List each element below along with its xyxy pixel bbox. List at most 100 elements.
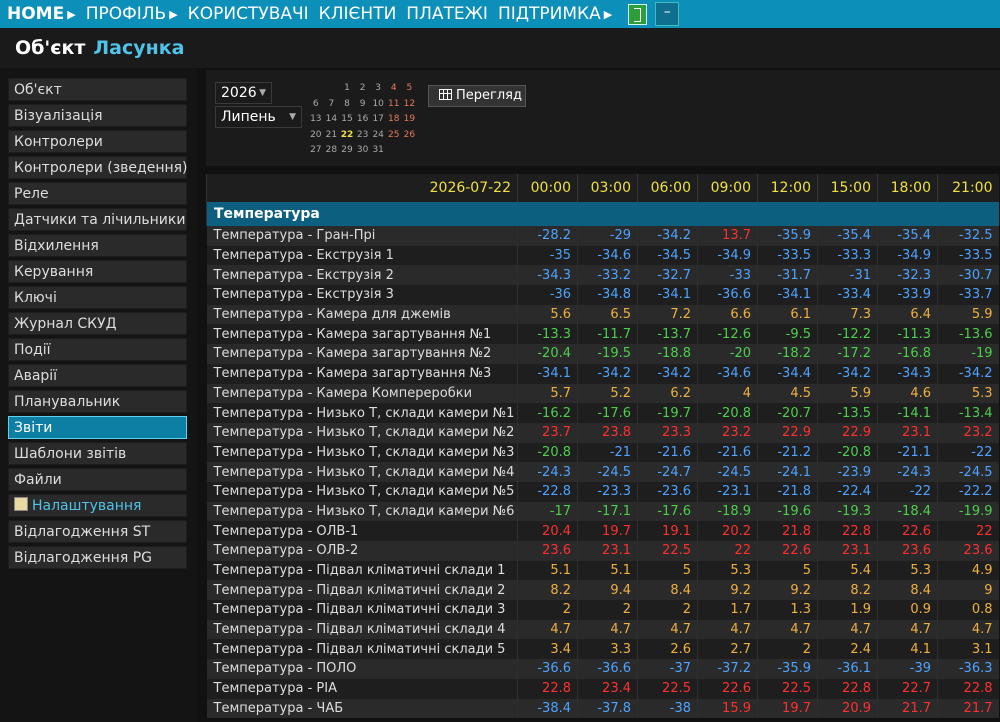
value-cell: -20.8 bbox=[817, 442, 878, 463]
value-cell: -34.1 bbox=[517, 363, 578, 384]
value-cell: -19.5 bbox=[577, 344, 638, 364]
value-cell: -34.9 bbox=[697, 245, 758, 266]
sidebar-item-17[interactable]: Відлагодження ST bbox=[8, 520, 187, 543]
calendar-day[interactable]: 13 bbox=[308, 114, 324, 130]
calendar-day[interactable]: 5 bbox=[402, 83, 418, 99]
chevron-down-icon: ▼ bbox=[289, 112, 296, 122]
value-cell: 6.4 bbox=[877, 304, 938, 325]
time-header: 21:00 bbox=[937, 174, 999, 202]
sidebar-item-2[interactable]: Контролери bbox=[8, 130, 187, 153]
calendar-day[interactable]: 26 bbox=[402, 130, 418, 146]
value-cell: -12.6 bbox=[697, 324, 758, 345]
sidebar-item-0[interactable]: Об'єкт bbox=[8, 78, 187, 101]
row-label: Температура - Підвал кліматичні склади 4 bbox=[206, 619, 518, 640]
section-label: Температура bbox=[206, 202, 999, 226]
calendar-day[interactable]: 19 bbox=[402, 114, 418, 130]
minimize-button[interactable]: – bbox=[655, 2, 680, 26]
value-cell: -16.2 bbox=[517, 403, 578, 423]
month-select[interactable]: Липень ▼ bbox=[215, 106, 302, 128]
nav-item-2[interactable]: КОРИСТУВАЧІ bbox=[188, 4, 309, 24]
calendar-day[interactable]: 1 bbox=[339, 83, 355, 99]
view-button[interactable]: Перегляд bbox=[428, 85, 526, 107]
value-cell: 5.9 bbox=[817, 383, 878, 404]
value-cell: -17.2 bbox=[817, 344, 878, 364]
nav-item-1[interactable]: ПРОФІЛЬ ▶ bbox=[86, 4, 178, 24]
value-cell: -34.8 bbox=[577, 285, 638, 305]
calendar-day[interactable]: 29 bbox=[339, 145, 355, 161]
table-icon bbox=[439, 89, 452, 100]
value-cell: 23.2 bbox=[697, 422, 758, 443]
calendar-day[interactable]: 22 bbox=[339, 130, 355, 146]
value-cell: 4.6 bbox=[877, 383, 938, 404]
sidebar-item-1[interactable]: Візуалізація bbox=[8, 104, 187, 127]
value-cell: 22.6 bbox=[757, 541, 818, 561]
value-cell: -18.8 bbox=[637, 344, 698, 364]
row-label: Температура - Низько Т, склади камери №3 bbox=[206, 442, 518, 463]
sidebar-item-10[interactable]: Події bbox=[8, 338, 187, 361]
year-select[interactable]: 2026 ▼ bbox=[215, 82, 272, 104]
calendar-day[interactable]: 24 bbox=[370, 130, 386, 146]
value-cell: 2.6 bbox=[637, 639, 698, 660]
value-cell: 9 bbox=[937, 580, 999, 601]
exit-icon[interactable] bbox=[628, 3, 648, 25]
calendar-day[interactable]: 4 bbox=[386, 83, 402, 99]
value-cell: 22.5 bbox=[637, 541, 698, 561]
sidebar-item-3[interactable]: Контролери (зведення) bbox=[8, 156, 188, 179]
calendar-day[interactable]: 27 bbox=[308, 145, 324, 161]
calendar-day[interactable]: 28 bbox=[324, 145, 340, 161]
calendar-day[interactable]: 21 bbox=[324, 130, 340, 146]
value-cell: 8.2 bbox=[817, 580, 878, 601]
sidebar-item-9[interactable]: Журнал СКУД bbox=[8, 312, 187, 335]
row-label: Температура - ПОЛО bbox=[206, 659, 518, 679]
calendar-day[interactable]: 25 bbox=[386, 130, 402, 146]
nav-item-0[interactable]: HOME ▶ bbox=[7, 4, 76, 24]
sidebar-item-15[interactable]: Файли bbox=[8, 468, 187, 491]
object-header: Об'єкт Ласунка bbox=[0, 28, 1000, 68]
calendar-day[interactable]: 31 bbox=[370, 145, 386, 161]
value-cell: -24.1 bbox=[757, 462, 818, 482]
sidebar-item-6[interactable]: Відхилення bbox=[8, 234, 187, 257]
sidebar-item-8[interactable]: Ключі bbox=[8, 286, 187, 309]
calendar-day[interactable]: 3 bbox=[370, 83, 386, 99]
calendar-day[interactable]: 8 bbox=[339, 99, 355, 115]
calendar-day[interactable]: 7 bbox=[324, 99, 340, 115]
calendar-day[interactable]: 14 bbox=[324, 114, 340, 130]
sidebar-item-5[interactable]: Датчики та лічильники bbox=[8, 208, 187, 231]
value-cell: 3.1 bbox=[937, 639, 999, 660]
value-cell: 20.4 bbox=[517, 521, 578, 541]
sidebar-item-label: Відлагодження PG bbox=[14, 550, 152, 566]
calendar-day[interactable]: 15 bbox=[339, 114, 355, 130]
sidebar-item-16[interactable]: Налаштування bbox=[8, 494, 187, 517]
calendar-day[interactable]: 2 bbox=[355, 83, 371, 99]
calendar-day[interactable]: 10 bbox=[370, 99, 386, 115]
calendar-day[interactable]: 6 bbox=[308, 99, 324, 115]
sidebar-item-11[interactable]: Аварії bbox=[8, 364, 187, 387]
sidebar-item-14[interactable]: Шаблони звітів bbox=[8, 442, 187, 465]
calendar-day[interactable]: 18 bbox=[386, 114, 402, 130]
nav-item-3[interactable]: КЛІЄНТИ bbox=[319, 4, 397, 24]
calendar-day[interactable]: 11 bbox=[386, 99, 402, 115]
calendar-day[interactable]: 9 bbox=[355, 99, 371, 115]
calendar-day[interactable]: 20 bbox=[308, 130, 324, 146]
sidebar-item-7[interactable]: Керування bbox=[8, 260, 187, 283]
calendar-day[interactable]: 16 bbox=[355, 114, 371, 130]
sidebar-item-4[interactable]: Реле bbox=[8, 182, 187, 205]
calendar-day[interactable]: 17 bbox=[370, 114, 386, 130]
value-cell: -13.6 bbox=[937, 324, 999, 345]
value-cell: -36.1 bbox=[817, 659, 878, 679]
nav-item-5[interactable]: ПІДТРИМКА ▶ bbox=[498, 4, 612, 24]
sidebar-item-13[interactable]: Звіти bbox=[8, 416, 187, 439]
sidebar-item-label: Журнал СКУД bbox=[14, 316, 117, 332]
sidebar-item-18[interactable]: Відлагодження PG bbox=[8, 546, 187, 569]
nav-item-4[interactable]: ПЛАТЕЖІ bbox=[406, 4, 488, 24]
calendar-day[interactable]: 30 bbox=[355, 145, 371, 161]
calendar-day[interactable]: 12 bbox=[402, 99, 418, 115]
value-cell: 23.2 bbox=[937, 422, 999, 443]
value-cell: -24.3 bbox=[517, 462, 578, 482]
value-cell: 23.6 bbox=[517, 541, 578, 561]
calendar-day[interactable]: 23 bbox=[355, 130, 371, 146]
table-row: Температура - ОЛВ-2 23.6 23.1 22.5 22 22.6 23.… bbox=[206, 541, 999, 561]
value-cell: 5.9 bbox=[937, 304, 999, 325]
sidebar-item-12[interactable]: Планувальник bbox=[8, 390, 187, 413]
value-cell: -34.1 bbox=[637, 285, 698, 305]
